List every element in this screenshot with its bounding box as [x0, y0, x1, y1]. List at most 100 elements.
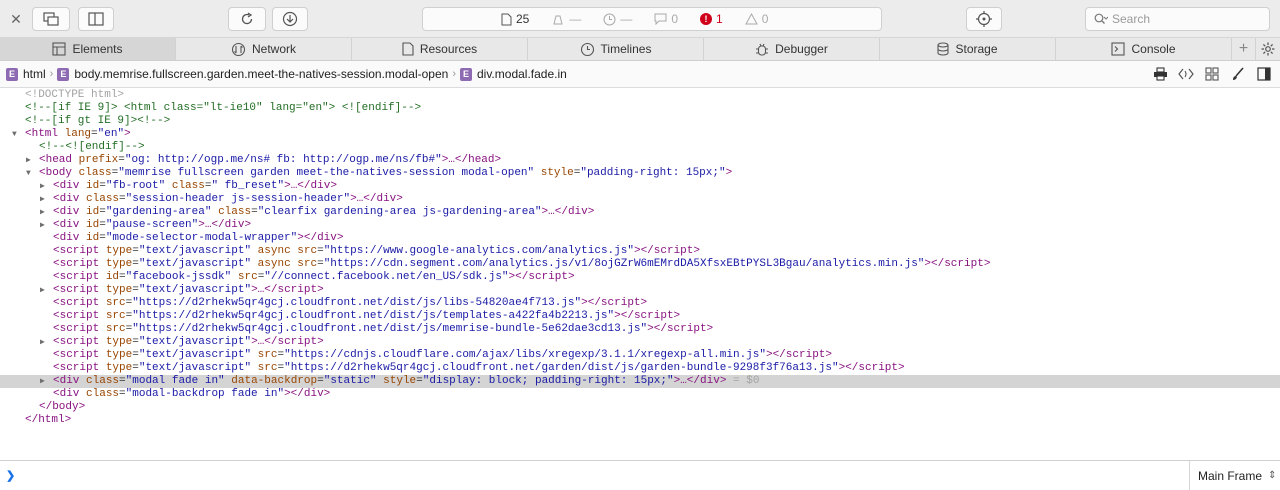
tree-line[interactable]: ▶ <div id="gardening-area" class="clearfi…	[0, 206, 1280, 219]
console-icon	[1111, 42, 1126, 56]
speech-bubble-icon	[654, 13, 667, 25]
element-icon: E	[459, 67, 472, 81]
tree-line[interactable]: ▼ <body class="memrise fullscreen garden …	[0, 167, 1280, 180]
timelines-icon	[580, 42, 594, 56]
tree-line[interactable]: <script type="text/javascript" async src…	[0, 258, 1280, 271]
tree-line[interactable]: <script src="https://d2rhekw5qr4gcj.clou…	[0, 297, 1280, 310]
chevron-right-icon: ›	[452, 68, 456, 80]
warning-icon	[744, 13, 758, 25]
elements-icon	[52, 42, 67, 56]
disclosure-closed-icon[interactable]: ▶	[40, 284, 50, 297]
tree-line[interactable]: ▶ <div id="fb-root" class=" fb_reset">…</…	[0, 180, 1280, 193]
disclosure-closed-icon[interactable]: ▶	[40, 180, 50, 193]
log-count[interactable]: 0	[654, 12, 678, 26]
tree-line[interactable]: <script type="text/javascript" async src…	[0, 245, 1280, 258]
search-icon	[1094, 13, 1108, 24]
tree-line[interactable]: <div id="mode-selector-modal-wrapper"></…	[0, 232, 1280, 245]
resources-icon	[402, 42, 414, 56]
add-tab-button[interactable]: +	[1232, 38, 1256, 60]
gear-icon	[1261, 42, 1275, 56]
tree-line[interactable]: <!--[if gt IE 9]><!-->	[0, 115, 1280, 128]
tree-line[interactable]: <div class="modal-backdrop fade in"></di…	[0, 388, 1280, 401]
resources-count[interactable]: 25	[501, 12, 529, 26]
dom-tree: <!DOCTYPE html> <!--[if IE 9]> <html cla…	[0, 89, 1280, 459]
tree-line[interactable]: <script src="https://d2rhekw5qr4gcj.clou…	[0, 310, 1280, 323]
tab-network[interactable]: Network	[176, 38, 352, 60]
tree-line[interactable]: </body>	[0, 401, 1280, 414]
inspect-element-button[interactable]	[966, 7, 1002, 31]
breadcrumb: E html › E body.memrise.fullscreen.garde…	[0, 61, 1280, 88]
tree-line[interactable]: <!DOCTYPE html>	[0, 89, 1280, 102]
disclosure-closed-icon[interactable]: ▶	[26, 154, 36, 167]
disclosure-open-icon[interactable]: ▼	[26, 167, 36, 180]
reload-button[interactable]	[228, 7, 266, 31]
reload-icon	[241, 12, 253, 25]
download-button[interactable]	[272, 7, 308, 31]
layout-grid-button[interactable]	[1204, 66, 1220, 82]
document-icon	[501, 13, 512, 25]
tab-debugger[interactable]: Debugger	[704, 38, 880, 60]
frame-selector[interactable]: Main Frame ⇕	[1189, 461, 1280, 490]
breadcrumb-item-html[interactable]: E html	[6, 67, 46, 81]
tab-bar: Elements Network Resources Timelines Deb…	[0, 38, 1280, 61]
chevron-up-down-icon: ⇕	[1268, 470, 1277, 481]
toggle-sidebar-button[interactable]	[1256, 66, 1272, 82]
download-icon	[282, 11, 298, 27]
disclosure-open-icon[interactable]: ▼	[12, 128, 22, 141]
tree-line[interactable]: ▶ <script type="text/javascript">…</scrip…	[0, 336, 1280, 349]
tree-line[interactable]: ▼ <html lang="en">	[0, 128, 1280, 141]
disclosure-closed-icon[interactable]: ▶	[40, 336, 50, 349]
disclosure-closed-icon[interactable]: ▶	[40, 206, 50, 219]
storage-icon	[937, 42, 950, 56]
tree-line[interactable]: <script src="https://d2rhekw5qr4gcj.clou…	[0, 323, 1280, 336]
tree-line[interactable]: ▶ <head prefix="og: http://ogp.me/ns# fb:…	[0, 154, 1280, 167]
code-brackets-icon	[1178, 68, 1194, 80]
tab-console[interactable]: Console	[1056, 38, 1232, 60]
debugger-icon	[756, 43, 769, 56]
tree-line[interactable]: </html>	[0, 414, 1280, 427]
tree-line[interactable]: ▶ <script type="text/javascript">…</scrip…	[0, 284, 1280, 297]
disclosure-closed-icon[interactable]: ▶	[40, 219, 50, 232]
tree-line[interactable]: <!--<![endif]-->	[0, 141, 1280, 154]
tree-line[interactable]: ▶ <div class="session-header js-session-h…	[0, 193, 1280, 206]
sidebar-icon	[1257, 67, 1271, 81]
tree-line-selected[interactable]: ▶ <div class="modal fade in" data-backdro…	[0, 375, 1280, 388]
tree-line[interactable]: <script type="text/javascript" src="http…	[0, 349, 1280, 362]
network-icon	[231, 42, 246, 56]
error-count[interactable]: ! 1	[700, 12, 723, 26]
tab-elements[interactable]: Elements	[0, 38, 176, 60]
warning-count[interactable]: 0	[744, 12, 768, 26]
tree-line[interactable]: <script type="text/javascript" src="http…	[0, 362, 1280, 375]
tab-timelines[interactable]: Timelines	[528, 38, 704, 60]
print-styles-button[interactable]	[1152, 66, 1168, 82]
tab-resources[interactable]: Resources	[352, 38, 528, 60]
tab-storage[interactable]: Storage	[880, 38, 1056, 60]
disclosure-closed-icon[interactable]: ▶	[40, 193, 50, 206]
close-icon[interactable]: ✕	[6, 9, 26, 29]
breadcrumb-item-body[interactable]: E body.memrise.fullscreen.garden.meet-th…	[57, 67, 448, 81]
chevron-right-icon: ›	[49, 68, 54, 80]
breadcrumb-item-div[interactable]: E div.modal.fade.in	[459, 67, 567, 81]
tree-line[interactable]: <!--[if IE 9]> <html class="lt-ie10" lan…	[0, 102, 1280, 115]
dock-side-icon	[88, 12, 104, 26]
shadow-dom-button[interactable]	[1178, 66, 1194, 82]
dock-side-button[interactable]	[78, 7, 114, 31]
search-field[interactable]	[1085, 7, 1270, 31]
dock-undock-button[interactable]	[32, 7, 70, 31]
settings-button[interactable]	[1256, 38, 1280, 60]
disclosure-closed-icon[interactable]: ▶	[40, 375, 50, 388]
weight-icon	[553, 15, 563, 25]
console-prompt-bar[interactable]: ❯	[0, 460, 1280, 490]
paint-flashing-button[interactable]	[1230, 66, 1246, 82]
element-icon: E	[6, 67, 18, 81]
resource-size[interactable]: —	[551, 12, 581, 26]
search-input[interactable]	[1112, 12, 1262, 26]
tree-line[interactable]: ▶ <div id="pause-screen">…</div>	[0, 219, 1280, 232]
crosshair-icon	[976, 11, 992, 27]
tree-line[interactable]: <script id="facebook-jssdk" src="//conne…	[0, 271, 1280, 284]
chevron-right-icon: ❯	[6, 470, 16, 482]
undock-icon	[43, 12, 59, 26]
brush-icon	[1233, 67, 1244, 80]
load-time[interactable]: —	[603, 12, 632, 26]
activity-viewer[interactable]: 25 — — 0 ! 1 0	[422, 7, 882, 31]
